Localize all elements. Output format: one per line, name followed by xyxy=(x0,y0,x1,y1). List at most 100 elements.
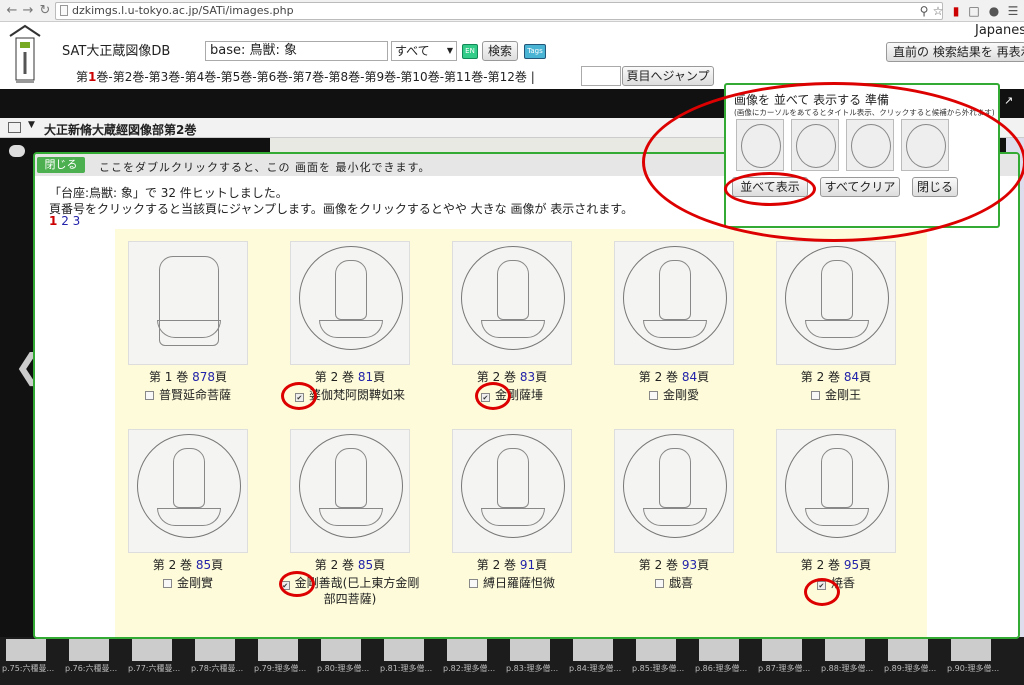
result-image[interactable] xyxy=(776,429,896,553)
grid-icon[interactable] xyxy=(8,122,21,133)
select-checkbox[interactable]: ✔ xyxy=(294,393,304,402)
page-suffix: 頁 xyxy=(697,558,710,572)
menu-icon[interactable]: ☰ xyxy=(1005,3,1021,19)
page-extension-icon[interactable]: □ xyxy=(966,3,982,19)
strip-thumbnail[interactable] xyxy=(132,639,172,661)
reload-icon[interactable]: ↻ xyxy=(37,3,53,19)
page-link[interactable]: 84 xyxy=(682,370,697,384)
strip-label: p.77:六種曼... xyxy=(128,664,181,673)
select-checkbox[interactable]: ✔ xyxy=(280,581,290,590)
result-image[interactable] xyxy=(614,429,734,553)
result-image[interactable] xyxy=(128,429,248,553)
strip-label: p.90:理多僧... xyxy=(947,664,1000,673)
volume-label: 第 2 巻 xyxy=(638,370,679,384)
strip-thumbnail[interactable] xyxy=(510,639,550,661)
page-link[interactable]: 91 xyxy=(520,558,535,572)
select-checkbox[interactable]: ✔ xyxy=(816,581,826,590)
result-image[interactable] xyxy=(290,241,410,365)
volume-page-label: 第 2 巻 85頁 xyxy=(275,556,425,573)
strip-thumbnail[interactable] xyxy=(69,639,109,661)
select-checkbox[interactable] xyxy=(648,391,658,400)
select-checkbox[interactable] xyxy=(144,391,154,400)
close-prepare-button[interactable]: 閉じる xyxy=(912,177,958,197)
page-link[interactable]: 83 xyxy=(520,370,535,384)
strip-thumbnail[interactable] xyxy=(321,639,361,661)
strip-label: p.79:理多僧... xyxy=(254,664,307,673)
pdf-extension-icon[interactable]: ▮ xyxy=(948,3,964,19)
result-card: 第 2 巻 81頁 ✔ 婆伽梵阿閦鞞如来 xyxy=(275,241,425,403)
page-link-3[interactable]: 3 xyxy=(73,214,81,228)
select-checkbox[interactable] xyxy=(654,579,664,588)
strip-thumbnail[interactable] xyxy=(888,639,928,661)
selected-thumb[interactable] xyxy=(901,119,949,171)
strip-thumbnail[interactable] xyxy=(258,639,298,661)
strip-thumbnail[interactable] xyxy=(699,639,739,661)
result-card: 第 2 巻 91頁 縛日羅薩怛微 xyxy=(437,429,587,591)
close-panel-button[interactable]: 閉じる xyxy=(37,157,85,173)
fullscreen-icon[interactable]: ↗ xyxy=(1004,94,1013,107)
strip-thumbnail[interactable] xyxy=(447,639,487,661)
volume-label: 第 2 巻 xyxy=(314,558,355,572)
page-link[interactable]: 85 xyxy=(358,558,373,572)
result-image[interactable] xyxy=(614,241,734,365)
show-side-by-side-button[interactable]: 並べて表示 xyxy=(732,177,808,197)
strip-thumbnail[interactable] xyxy=(636,639,676,661)
chat-icon[interactable] xyxy=(9,145,25,157)
page-number-input[interactable] xyxy=(581,66,621,86)
back-results-button[interactable]: 直前の 検索結果を 再表示 xyxy=(886,42,1024,62)
search-input[interactable]: base: 鳥獣: 象 xyxy=(205,41,388,61)
page-link[interactable]: 95 xyxy=(844,558,859,572)
result-image[interactable] xyxy=(452,429,572,553)
strip-thumbnail[interactable] xyxy=(762,639,802,661)
page-link[interactable]: 81 xyxy=(358,370,373,384)
scope-select[interactable]: すべて ▼ xyxy=(391,41,457,61)
volume-page-label: 第 2 巻 83頁 xyxy=(437,368,587,385)
bookmark-star-icon[interactable]: ☆ xyxy=(930,3,946,19)
minimize-hint: ここをダブルクリックすると、この 画面を 最小化できます。 xyxy=(99,161,431,174)
page-link-1[interactable]: 1 xyxy=(49,214,57,228)
item-name: 戯喜 xyxy=(668,576,693,590)
en-button[interactable]: EN xyxy=(462,44,478,59)
volume-links[interactable]: 第1巻-第2巻-第3巻-第4巻-第5巻-第6巻-第7巻-第8巻-第9巻-第10巻… xyxy=(76,68,535,85)
result-image[interactable] xyxy=(128,241,248,365)
site-title: SAT大正蔵図像DB xyxy=(62,44,171,59)
jump-button[interactable]: 頁目へジャンプ xyxy=(622,66,714,86)
volume-list[interactable]: 巻-第2巻-第3巻-第4巻-第5巻-第6巻-第7巻-第8巻-第9巻-第10巻-第… xyxy=(96,70,534,84)
address-bar[interactable]: dzkimgs.l.u-tokyo.ac.jp/SATi/images.php xyxy=(55,2,943,20)
thumbnail-strip: p.75:六種曼... p.76:六種曼... p.77:六種曼... p.78:六種… xyxy=(0,637,1024,685)
page-link[interactable]: 93 xyxy=(682,558,697,572)
strip-thumbnail[interactable] xyxy=(384,639,424,661)
strip-label: p.80:理多僧... xyxy=(317,664,370,673)
select-checkbox[interactable] xyxy=(162,579,172,588)
page-link-2[interactable]: 2 xyxy=(61,214,69,228)
result-image[interactable] xyxy=(290,429,410,553)
strip-thumbnail[interactable] xyxy=(195,639,235,661)
strip-label: p.76:六種曼... xyxy=(65,664,118,673)
search-button[interactable]: 検索 xyxy=(482,41,518,61)
item-name: 婆伽梵阿閦鞞如来 xyxy=(308,388,405,402)
forward-icon[interactable]: → xyxy=(20,3,36,19)
compare-prepare-panel: 画像を 並べて 表示する 準備 (画像にカーソルをあてるとタイトル表示、クリック… xyxy=(724,83,1000,228)
strip-thumbnail[interactable] xyxy=(825,639,865,661)
select-checkbox[interactable] xyxy=(810,391,820,400)
strip-thumbnail[interactable] xyxy=(951,639,991,661)
page-link[interactable]: 85 xyxy=(196,558,211,572)
caret-down-icon[interactable]: ▼ xyxy=(28,120,35,130)
strip-thumbnail[interactable] xyxy=(573,639,613,661)
page-link[interactable]: 878 xyxy=(192,370,215,384)
selected-thumb[interactable] xyxy=(846,119,894,171)
result-image[interactable] xyxy=(452,241,572,365)
page-link[interactable]: 84 xyxy=(844,370,859,384)
extension-icon[interactable]: ● xyxy=(986,3,1002,19)
tags-button[interactable]: Tags xyxy=(524,44,546,59)
select-checkbox[interactable] xyxy=(468,579,478,588)
selected-thumb[interactable] xyxy=(791,119,839,171)
strip-thumbnail[interactable] xyxy=(6,639,46,661)
back-icon[interactable]: ← xyxy=(4,3,20,19)
result-image[interactable] xyxy=(776,241,896,365)
select-checkbox[interactable]: ✔ xyxy=(480,393,490,402)
language-label[interactable]: Japanese xyxy=(975,23,1024,38)
clear-all-button[interactable]: すべてクリア xyxy=(820,177,900,197)
page-suffix: 頁 xyxy=(214,370,227,384)
selected-thumb[interactable] xyxy=(736,119,784,171)
